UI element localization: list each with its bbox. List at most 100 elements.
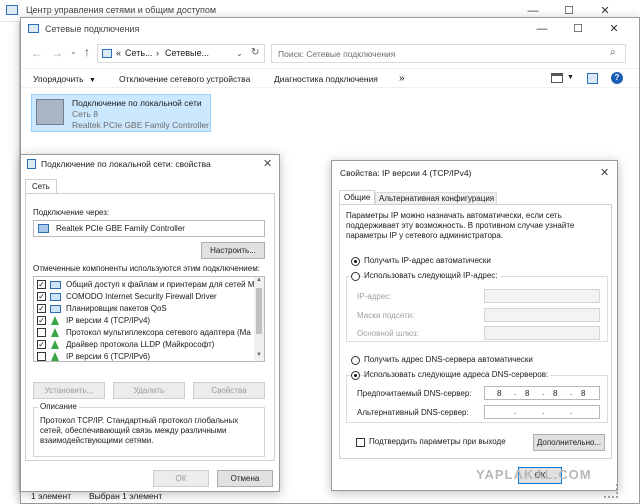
component-item-file-sharing[interactable]: ✓ Общий доступ к файлам и принтерам для … [34, 279, 256, 291]
dns-preferred-field[interactable]: 8 . 8 . 8 . 8 [484, 386, 600, 400]
explorer-maximize-button[interactable]: ☐ [565, 21, 591, 37]
ip-auto-radio[interactable] [351, 257, 360, 266]
search-input[interactable]: Поиск: Сетевые подключения [278, 49, 395, 59]
lan-close-icon[interactable]: ✕ [263, 157, 272, 170]
lan-properties-dialog: Подключение по локальной сети: свойства … [20, 154, 280, 492]
dns-manual-label[interactable]: Использовать следующие адреса DNS-сервер… [364, 370, 551, 379]
command-bar: Упорядочить ▼ Отключение сетевого устрой… [21, 68, 639, 88]
tab-network[interactable]: Сеть [25, 179, 57, 194]
remove-button[interactable]: Удалить [113, 382, 185, 399]
more-commands-button[interactable]: » [399, 73, 405, 84]
description-text: Протокол TCP/IP. Стандартный протокол гл… [40, 416, 239, 445]
breadcrumb-network[interactable]: Сеть... [125, 48, 153, 58]
view-chevron-icon[interactable]: ▼ [567, 74, 574, 81]
address-dropdown-icon[interactable]: ⌄ [236, 49, 243, 58]
validate-label[interactable]: Подтвердить параметры при выходе [369, 437, 506, 446]
breadcrumb-separator[interactable]: › [156, 48, 159, 58]
address-row: ← → ⌄ ↑ « Сеть... › Сетевые... ⌄ ↻ Поиск… [21, 42, 639, 66]
breadcrumb-connections[interactable]: Сетевые... [165, 48, 209, 58]
component-item-qos[interactable]: ✓ Планировщик пакетов QoS [34, 303, 256, 315]
dns-alt-dot-3: . [570, 407, 573, 416]
component-checkbox[interactable]: ✓ [37, 316, 46, 325]
search-box[interactable]: Поиск: Сетевые подключения ⌕ [271, 44, 626, 63]
intro-text: Параметры IP можно назначать автоматичес… [346, 211, 575, 240]
install-button[interactable]: Установить... [33, 382, 105, 399]
component-item-ipv4[interactable]: ✓ IP версии 4 (TCP/IPv4) [34, 315, 256, 327]
preview-pane-icon[interactable] [587, 73, 598, 84]
dns-auto-label[interactable]: Получить адрес DNS-сервера автоматически [364, 355, 533, 364]
tab-network-label: Сеть [32, 182, 50, 191]
components-scrollbar[interactable]: ▲ ▼ [254, 277, 264, 361]
disable-device-button[interactable]: Отключение сетевого устройства [119, 74, 250, 84]
lan-ok-button[interactable]: ОК [153, 470, 209, 487]
explorer-titlebar[interactable]: Сетевые подключения — ☐ ✕ [21, 18, 639, 40]
configure-button[interactable]: Настроить... [201, 242, 265, 259]
up-arrow-icon[interactable]: ↑ [84, 45, 90, 59]
adapter-name: Realtek PCIe GBE Family Controller [56, 224, 185, 233]
component-checkbox[interactable]: ✓ [37, 280, 46, 289]
ip-address-field[interactable] [484, 289, 600, 303]
component-checkbox[interactable]: ✓ [37, 304, 46, 313]
component-checkbox[interactable]: ✓ [37, 340, 46, 349]
recent-chevron-icon[interactable]: ⌄ [70, 47, 77, 56]
protocol-icon [51, 328, 59, 337]
explorer-title: Сетевые подключения [45, 24, 140, 34]
ipv4-titlebar[interactable]: Свойства: IP версии 4 (TCP/IPv4) ✕ [332, 161, 617, 185]
ipv4-close-icon[interactable]: ✕ [600, 166, 609, 179]
explorer-close-button[interactable]: ✕ [601, 21, 627, 37]
ip-auto-label[interactable]: Получить IP-адрес автоматически [364, 256, 491, 265]
breadcrumb-prefix: « [116, 48, 122, 58]
dns-preferred-label: Предпочитаемый DNS-сервер: [357, 389, 472, 398]
diagnose-button[interactable]: Диагностика подключения [274, 74, 378, 84]
properties-button[interactable]: Свойства [193, 382, 265, 399]
dns-auto-radio[interactable] [351, 356, 360, 365]
subnet-field[interactable] [484, 308, 600, 322]
lan-cancel-button[interactable]: Отмена [217, 470, 273, 487]
dns-alt-dot-1: . [514, 407, 517, 416]
view-options-icon[interactable] [551, 73, 563, 83]
component-checkbox[interactable] [37, 352, 46, 361]
component-item-comodo[interactable]: ✓ COMODO Internet Security Firewall Driv… [34, 291, 256, 303]
forward-arrow-icon[interactable]: → [51, 46, 63, 60]
scroll-up-icon[interactable]: ▲ [256, 277, 262, 283]
description-title: Описание [38, 402, 79, 411]
dns-octet-2: 8 [525, 389, 530, 398]
organize-chevron-icon: ▼ [88, 77, 96, 84]
tab-alternate-label: Альтернативная конфигурация [379, 194, 495, 203]
ip-address-label: IP-адрес: [357, 292, 392, 301]
resize-grip-icon[interactable] [604, 484, 618, 498]
lan-titlebar[interactable]: Подключение по локальной сети: свойства … [21, 155, 279, 173]
component-checkbox[interactable]: ✓ [37, 292, 46, 301]
adapter-box: Realtek PCIe GBE Family Controller [33, 220, 265, 237]
validate-checkbox[interactable] [356, 438, 365, 447]
dns-alt-field[interactable]: . . . [484, 405, 600, 419]
tab-general[interactable]: Общие [339, 190, 375, 205]
component-label: COMODO Internet Security Firewall Driver [66, 292, 217, 301]
connection-item[interactable]: Подключение по локальной сети Сеть 8 Rea… [31, 94, 211, 132]
scroll-down-icon[interactable]: ▼ [256, 352, 262, 358]
help-icon[interactable]: ? [611, 72, 623, 84]
dns-alt-label: Альтернативный DNS-сервер: [357, 408, 469, 417]
refresh-icon[interactable]: ↻ [251, 47, 259, 58]
dns-dot-3: . [570, 388, 573, 397]
organize-button[interactable]: Упорядочить ▼ [33, 74, 96, 84]
component-checkbox[interactable] [37, 328, 46, 337]
component-item-lldp[interactable]: ✓ Драйвер протокола LLDP (Майкрософт) [34, 339, 256, 351]
connection-network: Сеть 8 [72, 109, 98, 119]
ip-manual-radio[interactable] [351, 272, 360, 281]
dns-dot-2: . [542, 388, 545, 397]
organize-label: Упорядочить [33, 74, 84, 84]
explorer-minimize-button[interactable]: — [529, 21, 555, 37]
advanced-button[interactable]: Дополнительно... [533, 434, 605, 451]
back-arrow-icon[interactable]: ← [31, 46, 43, 60]
ip-manual-label[interactable]: Использовать следующий IP-адрес: [364, 271, 500, 280]
dns-manual-radio[interactable] [351, 371, 360, 380]
scroll-thumb[interactable] [256, 288, 262, 334]
component-label: IP версии 4 (TCP/IPv4) [66, 316, 151, 325]
component-item-ipv6[interactable]: IP версии 6 (TCP/IPv6) [34, 351, 256, 361]
subnet-label: Маска подсети: [357, 311, 415, 320]
address-bar[interactable]: « Сеть... › Сетевые... ⌄ ↻ [97, 44, 265, 63]
gateway-field[interactable] [484, 326, 600, 340]
component-item-multiplexor[interactable]: Протокол мультиплексора сетевого адаптер… [34, 327, 256, 339]
component-label: Планировщик пакетов QoS [66, 304, 167, 313]
